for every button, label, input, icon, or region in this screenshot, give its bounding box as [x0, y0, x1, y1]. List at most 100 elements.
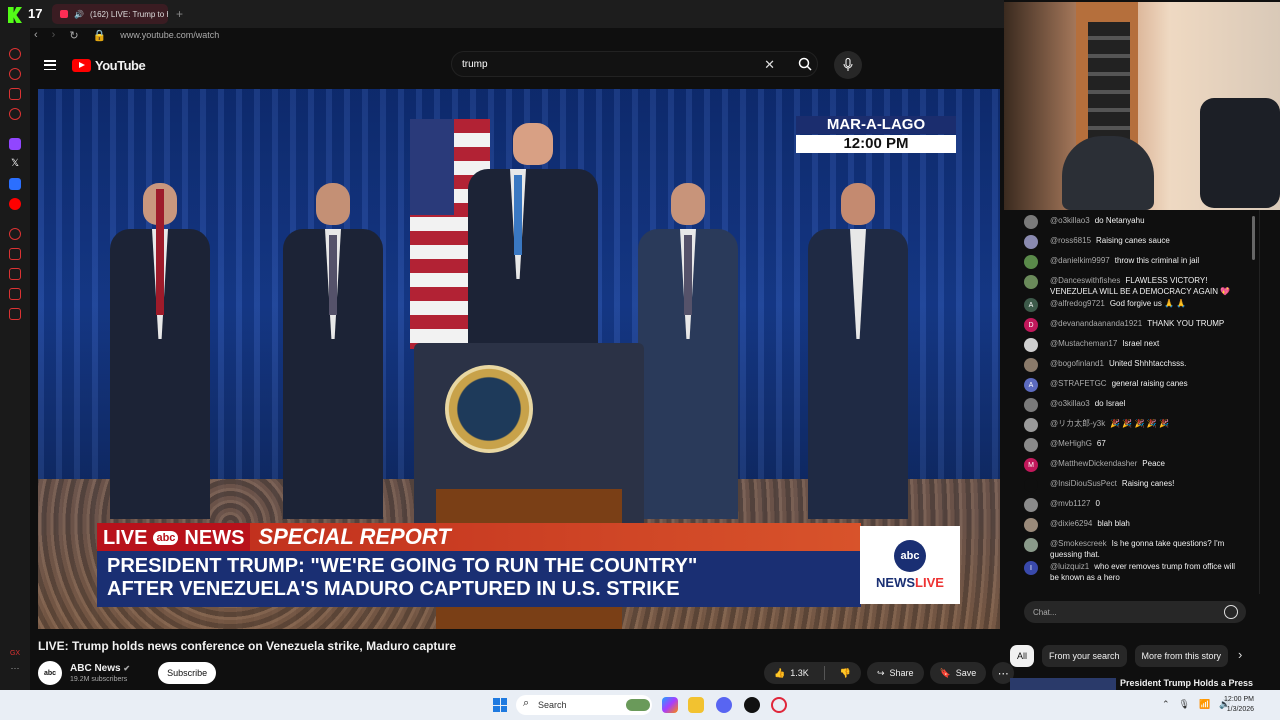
forward-icon[interactable]: ›	[52, 29, 56, 41]
chat-username[interactable]: @Mustacheman17	[1050, 339, 1117, 348]
obs-icon[interactable]	[744, 697, 760, 713]
new-tab-button[interactable]: +	[176, 7, 183, 21]
chat-message[interactable]: D @devanandaananda1921 THANK YOU TRUMP	[1010, 317, 1259, 337]
chevron-up-icon[interactable]: ⌃	[1162, 699, 1170, 710]
chat-message[interactable]: @リカ太郎-y3k 🎉 🎉 🎉 🎉 🎉	[1010, 417, 1259, 437]
chat-avatar[interactable]: A	[1024, 298, 1038, 312]
channel-avatar[interactable]: abc	[38, 661, 62, 685]
kick-logo-icon[interactable]	[0, 0, 30, 30]
chevron-right-icon[interactable]: ›	[1238, 647, 1242, 662]
youtube-logo[interactable]: YouTube	[72, 58, 146, 73]
wifi-icon[interactable]: 📶	[1199, 699, 1210, 710]
chat-username[interactable]: @Smokescreek	[1050, 539, 1107, 548]
file-explorer-icon[interactable]	[688, 697, 704, 713]
app-icon[interactable]	[9, 108, 21, 120]
browser-tab[interactable]: 🔊 (162) LIVE: Trump to ho	[52, 4, 168, 24]
chat-avatar[interactable]	[1024, 255, 1038, 269]
voice-search-button[interactable]	[834, 51, 862, 79]
windows-start-icon[interactable]	[493, 698, 507, 712]
copilot-icon[interactable]	[662, 697, 678, 713]
chat-avatar[interactable]: A	[1024, 378, 1038, 392]
chat-username[interactable]: @alfredog9721	[1050, 299, 1105, 308]
chat-username[interactable]: @InsiDiouSusPect	[1050, 479, 1117, 488]
save-button[interactable]: 🔖 Save	[929, 662, 987, 684]
opera-gx-icon[interactable]	[771, 697, 787, 713]
chat-avatar[interactable]	[1024, 338, 1038, 352]
chat-message[interactable]: @danielkim9997 throw this criminal in jai…	[1010, 254, 1259, 274]
chip-from-your-search[interactable]: From your search	[1042, 645, 1127, 667]
emoji-icon[interactable]	[1224, 605, 1238, 619]
microphone-icon[interactable]: 🎙	[1179, 699, 1190, 710]
chat-username[interactable]: @Danceswithfishes	[1050, 276, 1120, 285]
chat-avatar[interactable]	[1024, 275, 1038, 289]
channel-name[interactable]: ABC News ✔	[70, 663, 130, 674]
chat-avatar[interactable]: M	[1024, 458, 1038, 472]
twitch-icon[interactable]	[9, 138, 21, 150]
chat-message[interactable]: @ross6815 Raising canes sauce	[1010, 234, 1259, 254]
chat-message[interactable]: @mvb1127 0	[1010, 497, 1259, 517]
app-icon[interactable]	[9, 68, 21, 80]
chat-username[interactable]: @o3killao3	[1050, 399, 1090, 408]
chat-avatar[interactable]	[1024, 438, 1038, 452]
chat-username[interactable]: @luizquiz1	[1050, 562, 1089, 571]
chat-avatar[interactable]	[1024, 358, 1038, 372]
related-title[interactable]: President Trump Holds a Press	[1120, 678, 1253, 688]
chat-message[interactable]: @dixie6294 blah blah	[1010, 517, 1259, 537]
related-video[interactable]: President Trump Holds a Press	[1010, 678, 1260, 690]
chat-message[interactable]: M @MatthewDickendasher Peace	[1010, 457, 1259, 477]
shield-icon[interactable]	[9, 178, 21, 190]
chat-username[interactable]: @o3killao3	[1050, 216, 1090, 225]
x-icon[interactable]: 𝕏	[9, 158, 21, 170]
app-icon[interactable]	[9, 48, 21, 60]
more-icon[interactable]: ···	[11, 663, 20, 673]
chat-message[interactable]: A @alfredog9721 God forgive us 🙏 🙏	[1010, 297, 1259, 317]
chat-message[interactable]: @InsiDiouSusPect Raising canes!	[1010, 477, 1259, 497]
youtube-icon[interactable]	[9, 198, 21, 210]
chat-avatar[interactable]	[1024, 418, 1038, 432]
chat-username[interactable]: @MeHighG	[1050, 439, 1092, 448]
reload-icon[interactable]: ↻	[69, 29, 78, 42]
dislike-button[interactable]: 👎	[830, 662, 861, 684]
chat-username[interactable]: @リカ太郎-y3k	[1050, 419, 1105, 428]
search-input[interactable]: trump ✕	[451, 51, 818, 77]
chat-message[interactable]: @bogofinland1 United Shhhtacchsss.	[1010, 357, 1259, 377]
app-icon[interactable]	[9, 308, 21, 320]
chat-username[interactable]: @ross6815	[1050, 236, 1091, 245]
gx-icon[interactable]: GX	[10, 650, 20, 657]
back-icon[interactable]: ‹	[34, 29, 38, 41]
send-icon[interactable]	[9, 248, 21, 260]
chat-message[interactable]: @Mustacheman17 Israel next	[1010, 337, 1259, 357]
app-icon[interactable]	[9, 288, 21, 300]
chat-message[interactable]: @Smokescreek Is he gonna take questions? …	[1010, 537, 1259, 560]
chat-username[interactable]: @devanandaananda1921	[1050, 319, 1142, 328]
chat-username[interactable]: @mvb1127	[1050, 499, 1090, 508]
chat-avatar[interactable]	[1024, 498, 1038, 512]
speaker-icon[interactable]: 🔊	[74, 10, 84, 19]
chat-avatar[interactable]: D	[1024, 318, 1038, 332]
chat-message[interactable]: @o3killao3 do Israel	[1010, 397, 1259, 417]
play-circle-icon[interactable]	[9, 228, 21, 240]
chat-avatar[interactable]	[1024, 478, 1038, 492]
subscribe-button[interactable]: Subscribe	[158, 662, 217, 684]
search-button[interactable]	[788, 51, 822, 77]
clock[interactable]: 12:00 PM 1/3/2026	[1224, 695, 1254, 715]
like-button[interactable]: 👍 1.3K	[764, 662, 819, 684]
menu-icon[interactable]	[44, 60, 56, 70]
chip-more-from-this-story[interactable]: More from this story	[1134, 645, 1229, 667]
chat-input[interactable]: Chat...	[1024, 601, 1246, 623]
chat-username[interactable]: @MatthewDickendasher	[1050, 459, 1137, 468]
chat-message[interactable]: @o3killao3 do Netanyahu	[1010, 214, 1259, 234]
chip-all[interactable]: All	[1010, 645, 1035, 667]
discord-icon[interactable]	[716, 697, 732, 713]
url-text[interactable]: www.youtube.com/watch	[120, 30, 219, 40]
chat-message[interactable]: @Danceswithfishes FLAWLESS VICTORY! VENEZ…	[1010, 274, 1259, 297]
chat-avatar[interactable]	[1024, 398, 1038, 412]
related-thumbnail[interactable]	[1010, 678, 1116, 690]
weather-widget-icon[interactable]	[626, 699, 650, 711]
chat-avatar[interactable]	[1024, 518, 1038, 532]
chat-message[interactable]: A @STRAFETGC general raising canes	[1010, 377, 1259, 397]
chat-avatar[interactable]	[1024, 235, 1038, 249]
chat-message[interactable]: @MeHighG 67	[1010, 437, 1259, 457]
chat-username[interactable]: @danielkim9997	[1050, 256, 1110, 265]
chat-avatar[interactable]	[1024, 215, 1038, 229]
